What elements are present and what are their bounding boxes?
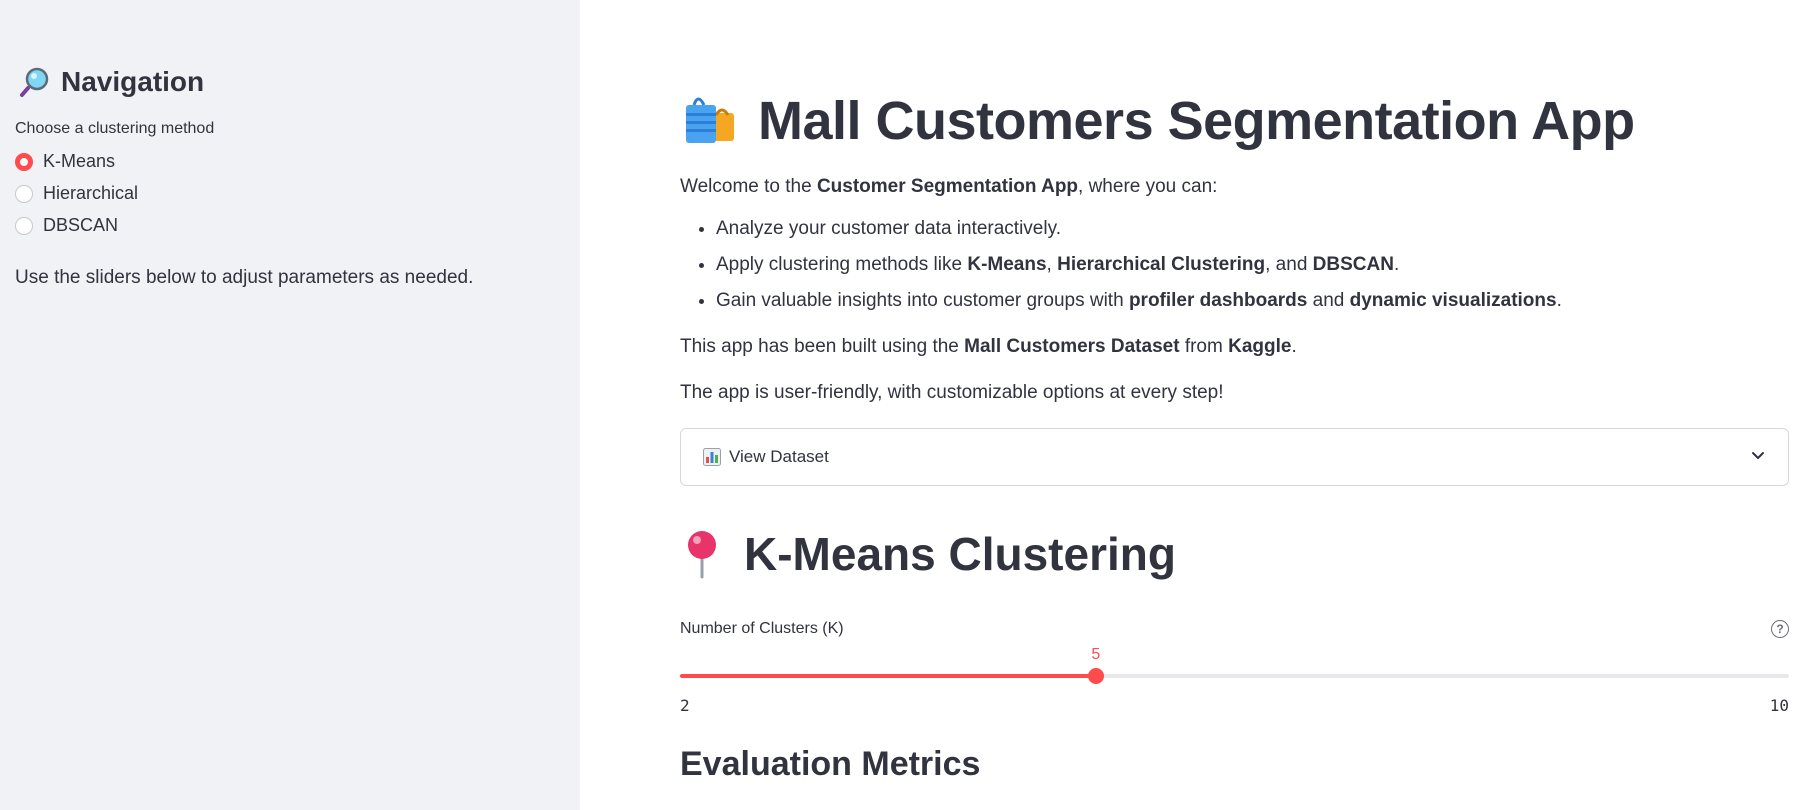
slider-label-row: Number of Clusters (K) ? xyxy=(680,620,1789,639)
chevron-down-icon[interactable] xyxy=(1750,447,1766,468)
feature-text: , xyxy=(1046,254,1058,275)
bar-chart-icon xyxy=(703,448,721,466)
radio-button[interactable] xyxy=(15,216,33,235)
profiler-bold: profiler dashboards xyxy=(1128,290,1308,311)
sidebar-title: Navigation xyxy=(19,66,565,98)
feature-list: Analyze your customer data interactively… xyxy=(680,216,1789,314)
sidebar-title-text: Navigation xyxy=(61,66,205,97)
page-title-text: Mall Customers Segmentation App xyxy=(758,91,1635,151)
built-text: This app has been built using the xyxy=(680,336,965,357)
radio-button[interactable] xyxy=(15,184,33,203)
clustering-method-label: Choose a clustering method xyxy=(15,120,215,137)
expander-label: View Dataset xyxy=(729,447,829,466)
magnifier-icon xyxy=(19,66,51,98)
app-root: Navigation Choose a clustering method K-… xyxy=(0,0,1801,810)
list-item: Gain valuable insights into customer gro… xyxy=(716,288,1789,314)
clustering-method-radio-group: K-Means Hierarchical DBSCAN xyxy=(15,150,565,237)
section-title-text: K-Means Clustering xyxy=(744,528,1176,580)
built-paragraph: This app has been built using the Mall C… xyxy=(680,334,1789,360)
expander-header: View Dataset xyxy=(703,447,829,467)
section-title: K-Means Clustering xyxy=(680,526,1789,582)
welcome-text: Welcome to the xyxy=(680,176,817,197)
pushpin-icon xyxy=(680,529,724,579)
shopping-bags-icon xyxy=(680,91,740,151)
slider-value-label: 5 xyxy=(1091,646,1101,664)
radio-option-label: DBSCAN xyxy=(43,215,119,235)
list-item: Analyze your customer data interactively… xyxy=(716,216,1789,242)
help-icon[interactable]: ? xyxy=(1771,620,1789,639)
main-content: Mall Customers Segmentation App Welcome … xyxy=(580,0,1801,810)
built-text: . xyxy=(1291,336,1297,357)
feature-text: Apply clustering methods like xyxy=(716,254,968,275)
welcome-text-end: , where you can: xyxy=(1078,176,1218,197)
radio-option-dbscan[interactable]: DBSCAN xyxy=(15,214,565,237)
dbscan-bold: DBSCAN xyxy=(1312,254,1394,275)
built-text: from xyxy=(1179,336,1229,357)
radio-option-hierarchical[interactable]: Hierarchical xyxy=(15,182,565,205)
list-item: Apply clustering methods like K-Means, H… xyxy=(716,252,1789,278)
feature-text: Gain valuable insights into customer gro… xyxy=(716,290,1129,311)
radio-option-label: Hierarchical xyxy=(43,183,139,203)
kmeans-bold: K-Means xyxy=(967,254,1047,275)
radio-button-selected[interactable] xyxy=(15,152,33,171)
kaggle-bold: Kaggle xyxy=(1228,336,1292,357)
sidebar: Navigation Choose a clustering method K-… xyxy=(0,0,580,810)
slider-thumb[interactable] xyxy=(1087,668,1104,685)
slider-fill xyxy=(680,674,1096,679)
feature-text: . xyxy=(1556,290,1562,311)
clusters-slider[interactable]: 5 xyxy=(680,644,1789,700)
slider-label: Number of Clusters (K) xyxy=(680,620,844,638)
view-dataset-expander[interactable]: View Dataset xyxy=(680,428,1789,486)
clusters-slider-block: Number of Clusters (K) ? 5 2 10 xyxy=(680,620,1789,715)
dataset-bold: Mall Customers Dataset xyxy=(964,336,1180,357)
dynamic-bold: dynamic visualizations xyxy=(1349,290,1557,311)
welcome-paragraph: Welcome to the Customer Segmentation App… xyxy=(680,174,1789,200)
app-name-bold: Customer Segmentation App xyxy=(816,176,1079,197)
feature-text: and xyxy=(1307,290,1350,311)
page-title: Mall Customers Segmentation App xyxy=(680,88,1789,154)
friendly-paragraph: The app is user-friendly, with customiza… xyxy=(680,382,1224,403)
radio-option-label: K-Means xyxy=(43,151,116,171)
evaluation-metrics-title: Evaluation Metrics xyxy=(680,745,981,784)
radio-option-kmeans[interactable]: K-Means xyxy=(15,150,565,173)
hierarchical-bold: Hierarchical Clustering xyxy=(1057,254,1266,275)
feature-text: Analyze your customer data interactively… xyxy=(716,218,1061,239)
sidebar-note: Use the sliders below to adjust paramete… xyxy=(15,267,474,288)
feature-text: . xyxy=(1393,254,1400,275)
feature-text: , and xyxy=(1265,254,1313,275)
